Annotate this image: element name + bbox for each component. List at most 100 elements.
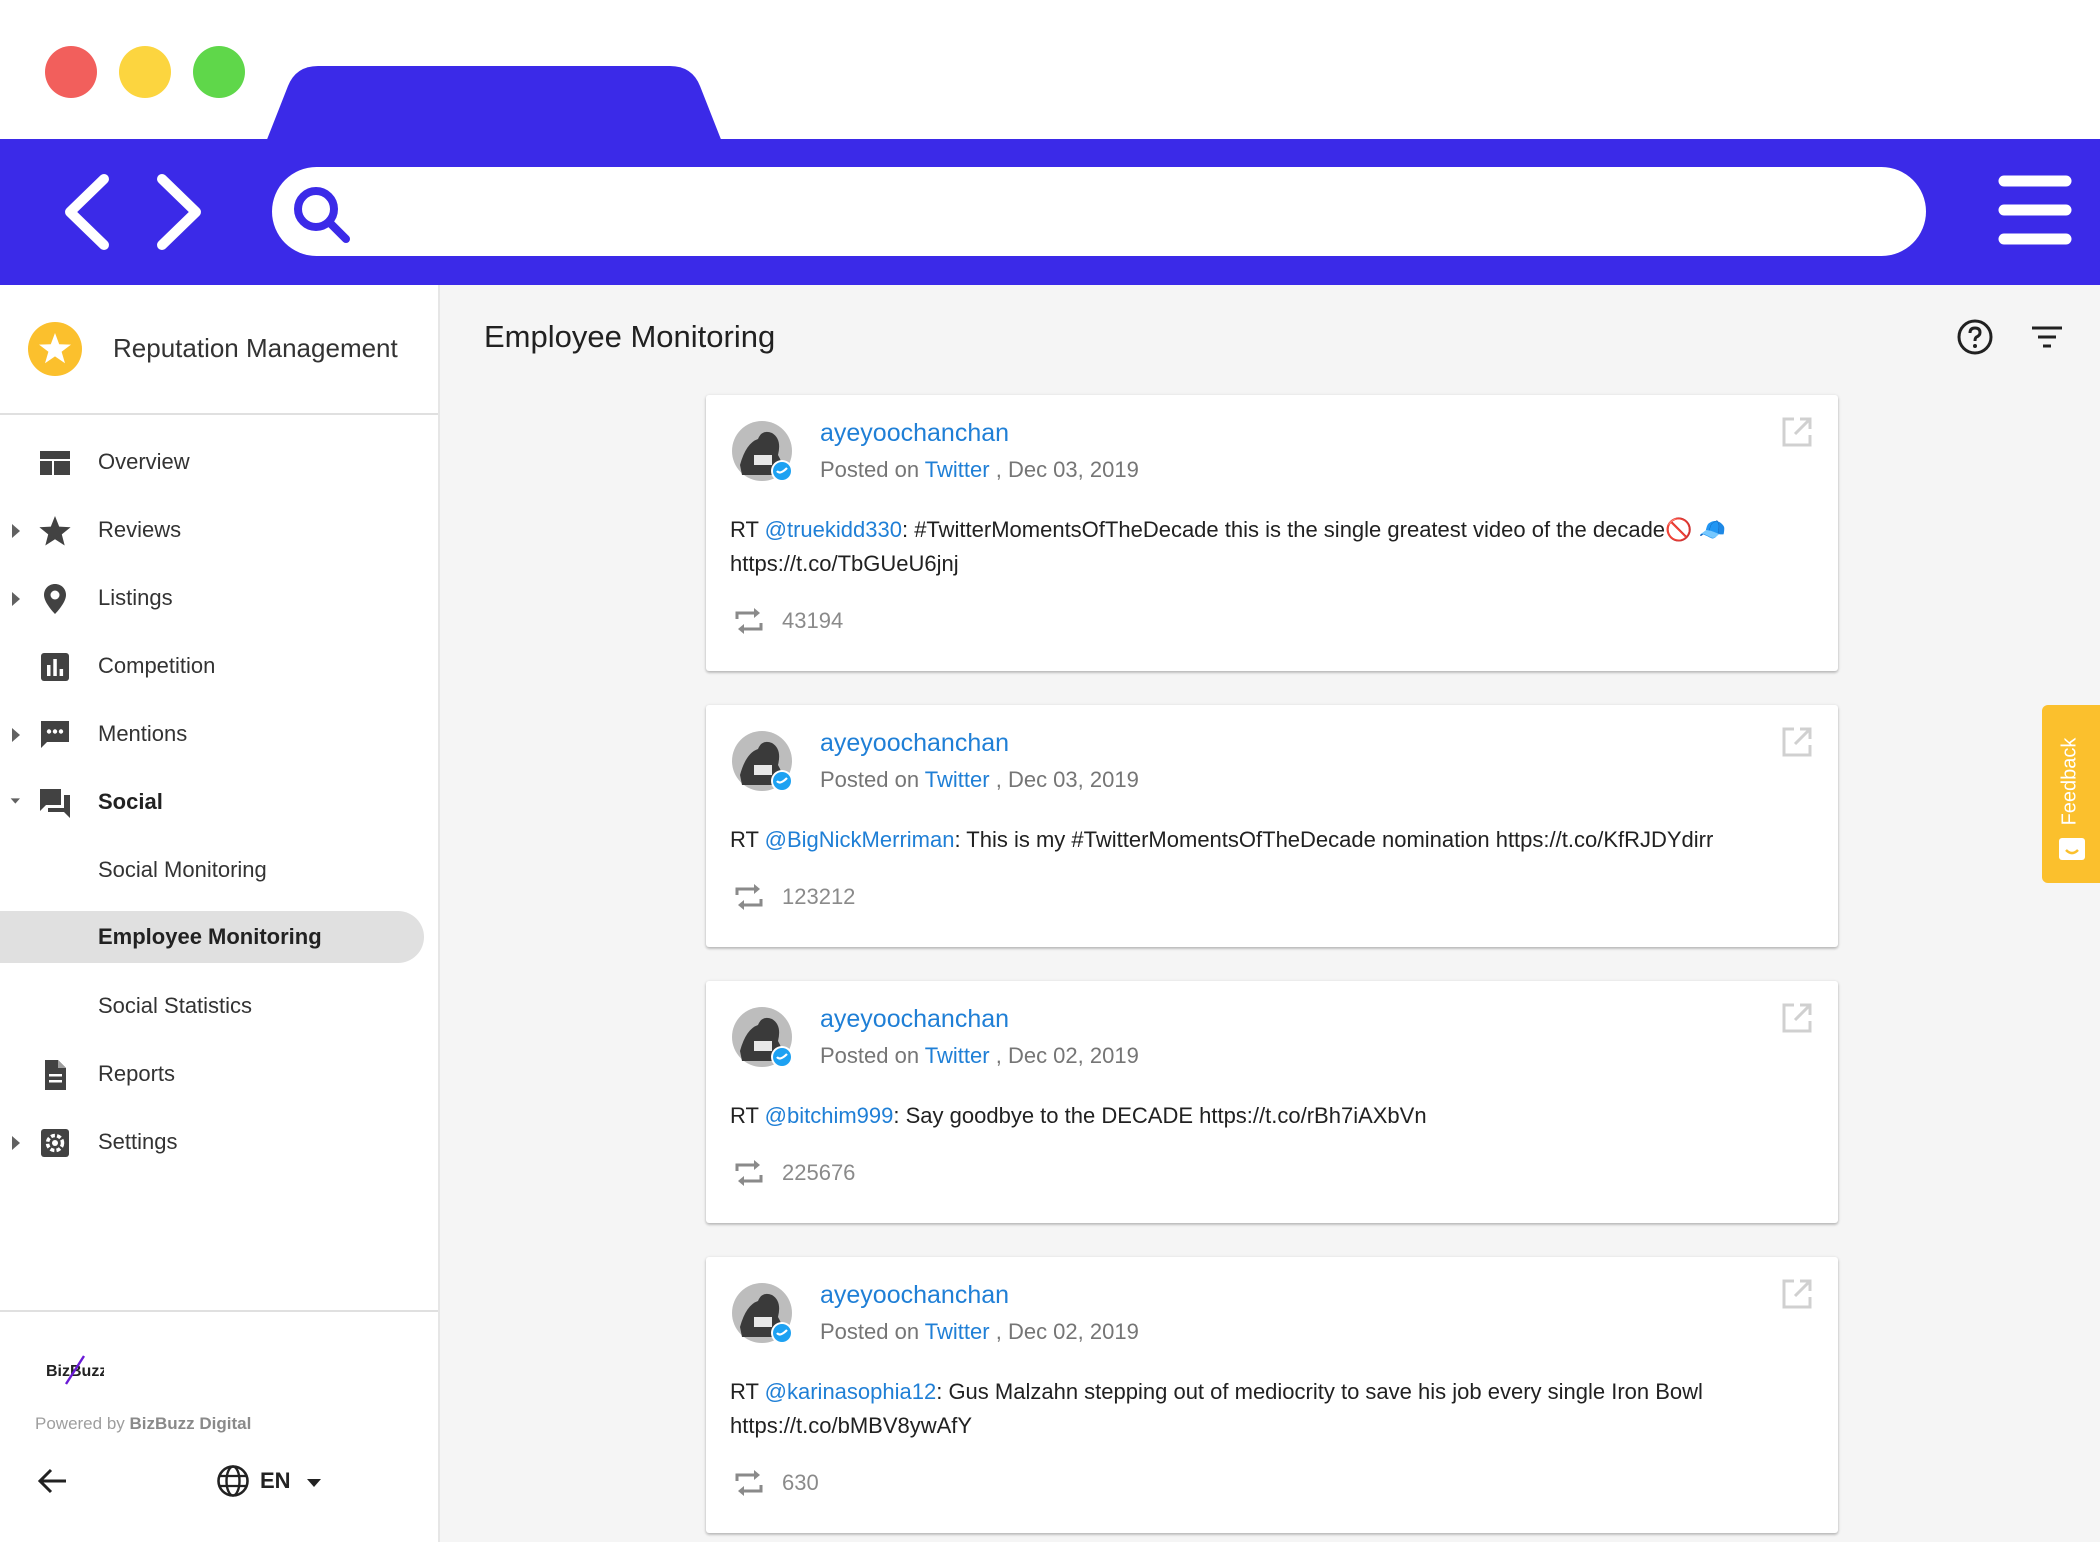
help-icon[interactable] — [1956, 318, 1994, 356]
language-label: EN — [260, 1468, 291, 1493]
post-meta: Posted on Twitter , Dec 03, 2019 — [820, 457, 1139, 482]
bizbuzz-logo: BizBuzz — [46, 1355, 104, 1385]
browser-tab[interactable] — [266, 66, 722, 142]
sidebar-item-competition[interactable]: Competition — [0, 639, 438, 695]
retweet-icon — [735, 884, 763, 910]
retweet-icon — [735, 608, 763, 634]
chevron-left-icon[interactable] — [56, 169, 136, 255]
retweet-count: 123212 — [782, 884, 856, 909]
sidebar-footer: BizBuzz Powered by BizBuzz Digital EN — [0, 1310, 438, 1544]
location-pin-icon — [44, 584, 66, 614]
retweet-count: 43194 — [782, 608, 844, 633]
star-icon — [39, 516, 71, 546]
avatar[interactable] — [732, 731, 796, 795]
retweet-count: 225676 — [782, 1160, 856, 1185]
hamburger-menu-icon[interactable] — [1998, 167, 2072, 253]
brand-title: Reputation Management — [113, 333, 398, 363]
caret-right-icon — [12, 728, 20, 742]
arrow-back-icon[interactable] — [36, 1464, 70, 1498]
browser-toolbar — [0, 139, 2100, 285]
sidebar-item-label: Social Statistics — [98, 993, 253, 1018]
caret-right-icon — [12, 592, 20, 606]
sidebar-item-reviews[interactable]: Reviews — [0, 503, 438, 559]
post-card: ayeyoochanchan Posted on Twitter , Dec 0… — [706, 1257, 1838, 1533]
avatar[interactable] — [732, 421, 796, 485]
mention-link[interactable]: @karinasophia12 — [765, 1379, 937, 1404]
forum-icon — [40, 789, 70, 818]
mention-link[interactable]: @BigNickMerriman — [765, 827, 955, 852]
brand-header[interactable]: Reputation Management — [0, 285, 438, 415]
powered-by-text: Powered by BizBuzz Digital — [35, 1414, 252, 1433]
author-name-link[interactable]: ayeyoochanchan — [820, 1005, 1009, 1034]
author-name-link[interactable]: ayeyoochanchan — [820, 729, 1009, 758]
post-meta: Posted on Twitter , Dec 03, 2019 — [820, 767, 1139, 792]
open-in-new-icon[interactable] — [1780, 725, 1814, 759]
mention-link[interactable]: @bitchim999 — [765, 1103, 894, 1128]
sidebar: Reputation Management Overview Reviews L… — [0, 285, 440, 1542]
language-selector[interactable]: EN — [216, 1462, 326, 1502]
maximize-window-dot[interactable] — [193, 46, 245, 98]
post-card: ayeyoochanchan Posted on Twitter , Dec 0… — [706, 705, 1838, 947]
avatar[interactable] — [732, 1007, 796, 1071]
minimize-window-dot[interactable] — [119, 46, 171, 98]
platform-link[interactable]: Twitter — [925, 1319, 990, 1344]
sidebar-item-label: Listings — [98, 585, 173, 610]
retweet-icon — [735, 1160, 763, 1186]
filter-icon[interactable] — [2028, 318, 2066, 356]
post-text: RT @BigNickMerriman: This is my #Twitter… — [730, 827, 1714, 852]
sidebar-item-social[interactable]: Social — [0, 775, 438, 831]
caret-right-icon — [12, 1136, 20, 1150]
retweet-icon — [735, 1470, 763, 1496]
open-in-new-icon[interactable] — [1780, 1001, 1814, 1035]
caret-down-icon — [10, 798, 20, 804]
avatar[interactable] — [732, 1283, 796, 1347]
star-logo-icon — [28, 322, 82, 376]
post-text: RT @karinasophia12: Gus Malzahn stepping… — [730, 1379, 1703, 1438]
feedback-tab[interactable]: Feedback — [2042, 705, 2100, 883]
sidebar-item-mentions[interactable]: Mentions — [0, 707, 438, 763]
platform-link[interactable]: Twitter — [925, 1043, 990, 1068]
smiley-icon — [2059, 838, 2085, 860]
retweet-count: 630 — [782, 1470, 819, 1495]
main-content: Employee Monitoring ayeyoochanchan Poste… — [440, 285, 2100, 1542]
sidebar-subitem-employee-monitoring[interactable]: Employee Monitoring — [0, 911, 438, 967]
sidebar-item-label: Reviews — [98, 517, 182, 542]
chevron-right-icon[interactable] — [140, 169, 220, 255]
chat-bubble-icon — [41, 721, 69, 748]
sidebar-item-label: Settings — [98, 1129, 178, 1154]
mention-link[interactable]: @truekidd330 — [765, 517, 902, 542]
globe-icon — [217, 1465, 249, 1497]
post-text: RT @truekidd330: #TwitterMomentsOfTheDec… — [730, 517, 1726, 576]
author-name-link[interactable]: ayeyoochanchan — [820, 419, 1009, 448]
sidebar-item-reports[interactable]: Reports — [0, 1047, 438, 1103]
bar-chart-icon — [41, 653, 69, 681]
document-icon — [45, 1060, 66, 1090]
sidebar-item-label: Overview — [98, 449, 190, 474]
post-text: RT @bitchim999: Say goodbye to the DECAD… — [730, 1103, 1427, 1128]
close-window-dot[interactable] — [45, 46, 97, 98]
caret-right-icon — [12, 524, 20, 538]
caret-down-icon — [307, 1479, 321, 1487]
sidebar-item-label: Social Monitoring — [98, 857, 267, 882]
sidebar-item-label: Social — [98, 789, 163, 814]
sidebar-item-label: Competition — [98, 653, 216, 678]
open-in-new-icon[interactable] — [1780, 1277, 1814, 1311]
page-title: Employee Monitoring — [484, 319, 776, 354]
platform-link[interactable]: Twitter — [925, 767, 990, 792]
sidebar-subitem-social-monitoring[interactable]: Social Monitoring — [0, 843, 438, 899]
sidebar-item-overview[interactable]: Overview — [0, 435, 438, 491]
sidebar-item-listings[interactable]: Listings — [0, 571, 438, 627]
url-search-input[interactable] — [272, 167, 1926, 256]
platform-link[interactable]: Twitter — [925, 457, 990, 482]
post-meta: Posted on Twitter , Dec 02, 2019 — [820, 1043, 1139, 1068]
feedback-label: Feedback — [2058, 737, 2081, 826]
author-name-link[interactable]: ayeyoochanchan — [820, 1281, 1009, 1310]
overview-icon — [40, 451, 70, 475]
post-card: ayeyoochanchan Posted on Twitter , Dec 0… — [706, 981, 1838, 1223]
sidebar-item-label: Employee Monitoring — [98, 924, 322, 949]
sidebar-item-settings[interactable]: Settings — [0, 1115, 438, 1171]
post-card: ayeyoochanchan Posted on Twitter , Dec 0… — [706, 395, 1838, 671]
open-in-new-icon[interactable] — [1780, 415, 1814, 449]
post-meta: Posted on Twitter , Dec 02, 2019 — [820, 1319, 1139, 1344]
sidebar-subitem-social-statistics[interactable]: Social Statistics — [0, 979, 438, 1035]
